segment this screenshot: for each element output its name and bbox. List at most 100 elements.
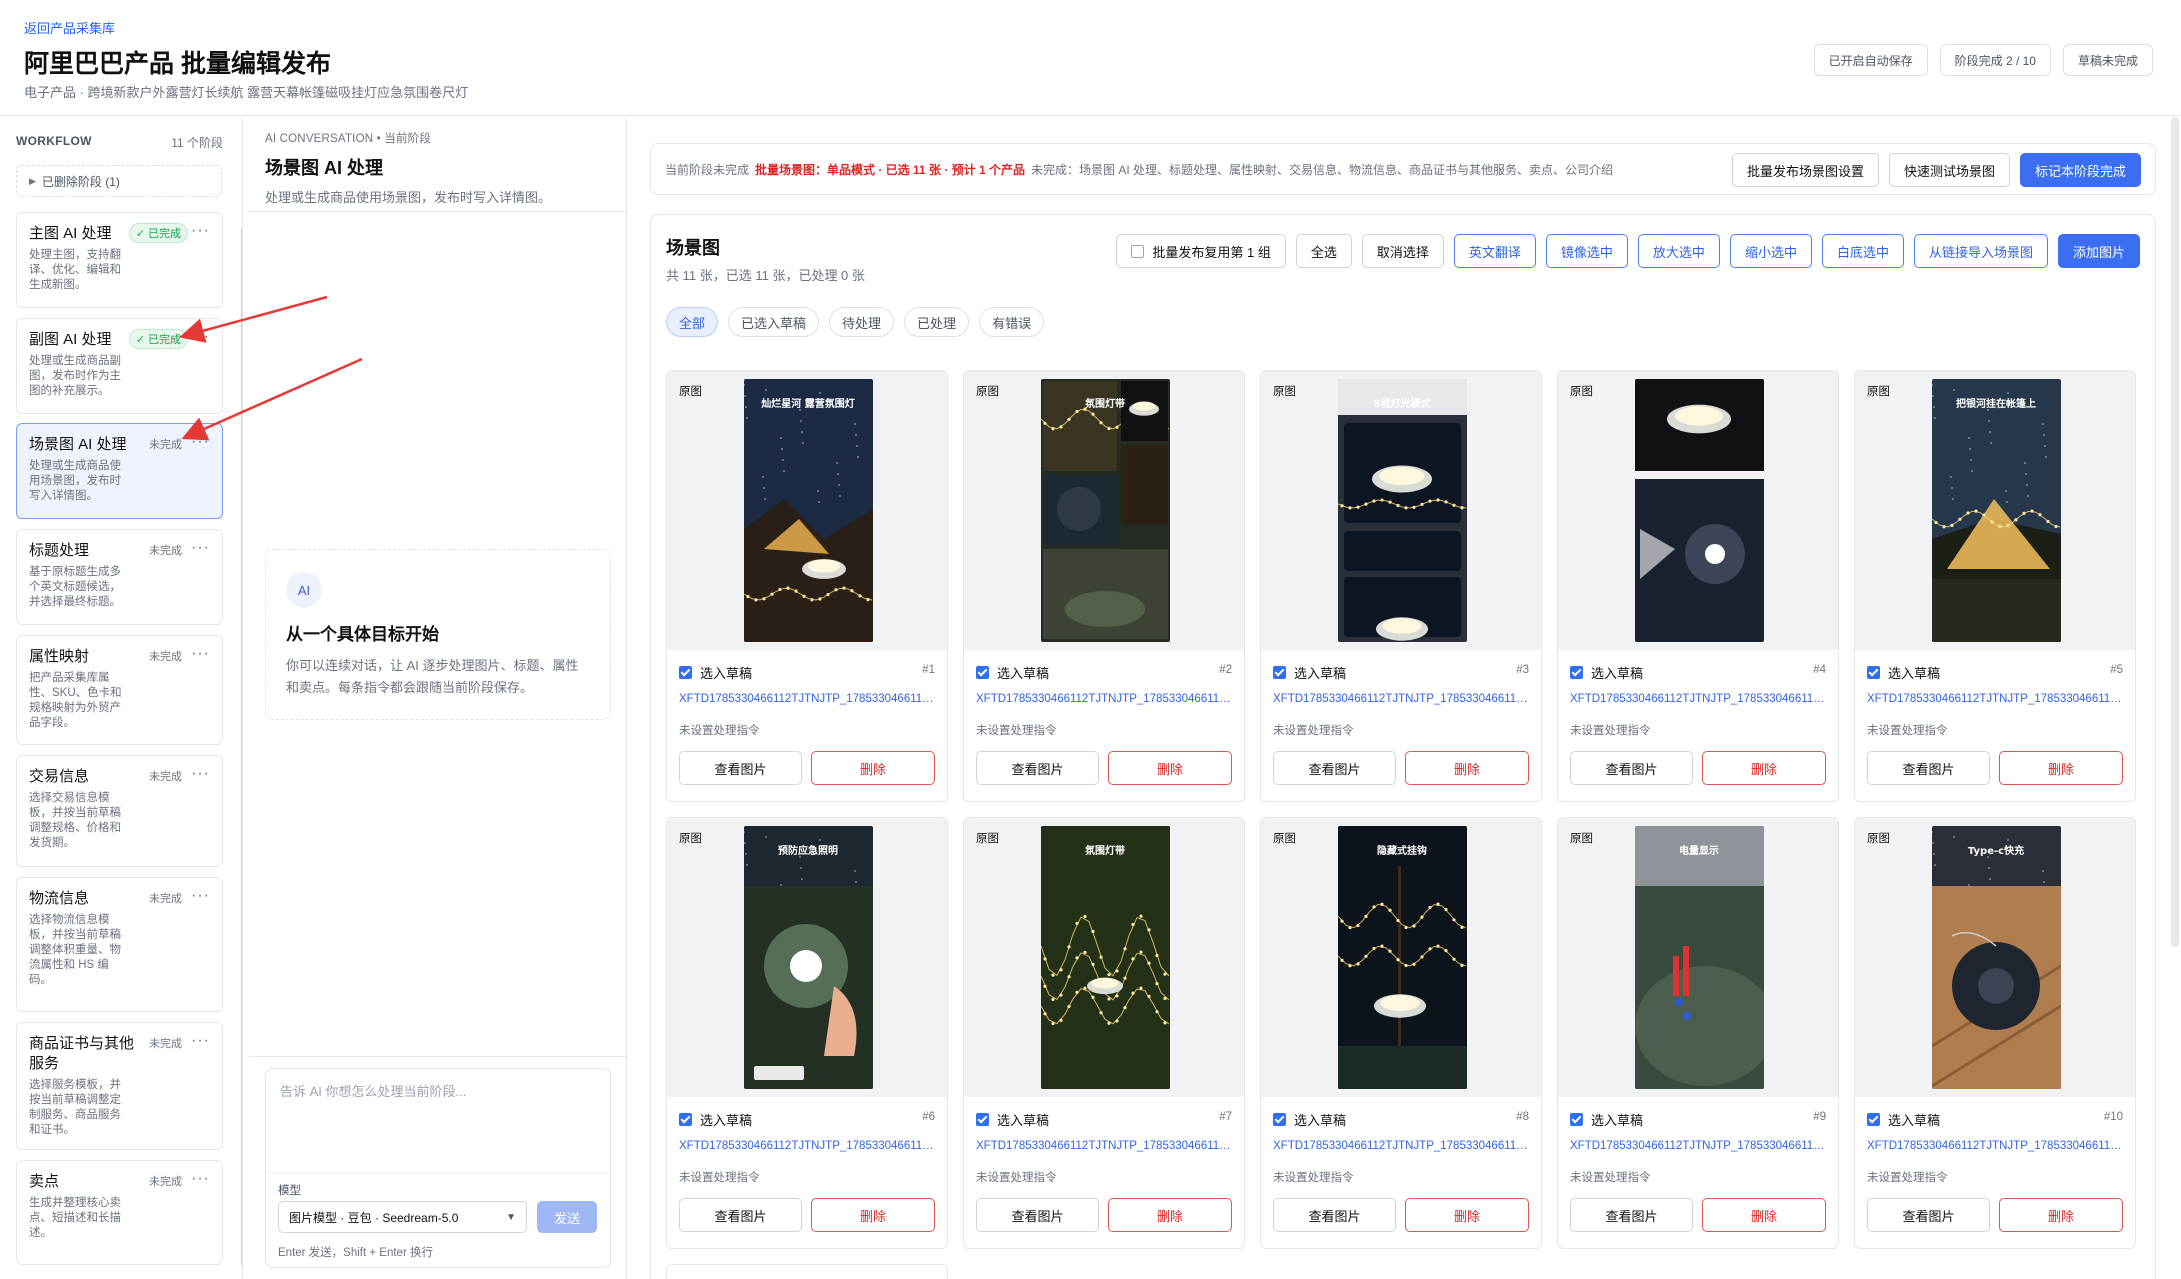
card-image-area[interactable]: 原图 氛围灯带 bbox=[964, 371, 1244, 650]
stage-item[interactable]: 属性映射 把产品采集库属性、SKU、色卡和规格映射为外贸产品字段。 未完成 ··· bbox=[16, 635, 223, 745]
scene-thumbnail[interactable] bbox=[1635, 379, 1764, 642]
model-select[interactable]: 图片模型 · 豆包 · Seedream-5.0 ▼ bbox=[278, 1201, 527, 1233]
view-image-button[interactable]: 查看图片 bbox=[976, 1198, 1099, 1232]
shrink-selected-button[interactable]: 缩小选中 bbox=[1729, 234, 1812, 268]
card-image-area[interactable]: 原图 bbox=[1558, 371, 1838, 650]
translate-english-button[interactable]: 英文翻译 bbox=[1453, 234, 1536, 268]
stage-item[interactable]: 主图 AI 处理 处理主图，支持翻译、优化、编辑和生成新图。 ✓ 已完成 ··· bbox=[16, 212, 223, 308]
select-draft-checkbox[interactable]: 选入草稿 bbox=[1570, 663, 1643, 682]
card-filename-link[interactable]: XFTD1785330466112TJTNJTP_1785330466112..… bbox=[679, 1140, 937, 1152]
view-image-button[interactable]: 查看图片 bbox=[1570, 1198, 1693, 1232]
delete-image-button[interactable]: 删除 bbox=[1405, 1198, 1529, 1232]
view-image-button[interactable]: 查看图片 bbox=[1273, 751, 1396, 785]
card-filename-link[interactable]: XFTD1785330466112TJTNJTP_1785330466112..… bbox=[976, 1140, 1234, 1152]
scene-thumbnail[interactable]: 电量显示 bbox=[1635, 826, 1764, 1089]
delete-image-button[interactable]: 删除 bbox=[1999, 751, 2123, 785]
back-to-library-link[interactable]: 返回产品采集库 bbox=[24, 18, 115, 37]
delete-image-button[interactable]: 删除 bbox=[1108, 751, 1232, 785]
scene-thumbnail[interactable]: 预防应急照明 bbox=[744, 826, 873, 1089]
import-from-link-button[interactable]: 从链接导入场景图 bbox=[1913, 234, 2048, 268]
more-icon[interactable]: ··· bbox=[191, 765, 210, 783]
select-draft-checkbox[interactable]: 选入草稿 bbox=[1273, 1110, 1346, 1129]
stage-item[interactable]: 卖点 生成并整理核心卖点、短描述和长描述。 未完成 ··· bbox=[16, 1160, 223, 1265]
more-icon[interactable]: ··· bbox=[191, 1032, 210, 1050]
select-draft-checkbox[interactable]: 选入草稿 bbox=[976, 1110, 1049, 1129]
view-image-button[interactable]: 查看图片 bbox=[1867, 751, 1990, 785]
delete-image-button[interactable]: 删除 bbox=[1999, 1198, 2123, 1232]
card-image-area[interactable]: 原图 8档灯光模式 bbox=[1261, 371, 1541, 650]
enlarge-selected-button[interactable]: 放大选中 bbox=[1637, 234, 1720, 268]
batch-publish-settings-button[interactable]: 批量发布场景图设置 bbox=[1731, 153, 1879, 187]
select-draft-checkbox[interactable]: 选入草稿 bbox=[679, 1110, 752, 1129]
send-button[interactable]: 发送 bbox=[537, 1201, 597, 1233]
prompt-input[interactable]: 告诉 AI 你想怎么处理当前阶段... bbox=[280, 1081, 466, 1100]
stage-item[interactable]: 商品证书与其他服务 选择服务模板，并按当前草稿调整定制服务、商品服务和证书。 未完成… bbox=[16, 1022, 223, 1150]
card-filename-link[interactable]: XFTD1785330466112TJTNJTP_1785330466112..… bbox=[976, 693, 1234, 705]
delete-image-button[interactable]: 删除 bbox=[811, 751, 935, 785]
card-image-area[interactable]: 原图 把银河挂在帐篷上 bbox=[1855, 371, 2135, 650]
more-icon[interactable]: ··· bbox=[191, 539, 210, 557]
more-icon[interactable]: ··· bbox=[191, 645, 210, 663]
mirror-selected-button[interactable]: 镜像选中 bbox=[1545, 234, 1628, 268]
filter-selected-draft[interactable]: 已选入草稿 bbox=[728, 307, 820, 337]
card-filename-link[interactable]: XFTD1785330466112TJTNJTP_1785330466112..… bbox=[1867, 693, 2125, 705]
stage-item[interactable]: 场景图 AI 处理 处理或生成商品使用场景图，发布时写入详情图。 未完成 ··· bbox=[16, 423, 223, 519]
card-filename-link[interactable]: XFTD1785330466112TJTNJTP_1785330466112..… bbox=[1273, 693, 1531, 705]
card-filename-link[interactable]: XFTD1785330466112TJTNJTP_1785330466112..… bbox=[679, 693, 937, 705]
more-icon[interactable]: ··· bbox=[191, 433, 210, 451]
filter-pending[interactable]: 待处理 bbox=[829, 307, 895, 337]
select-draft-checkbox[interactable]: 选入草稿 bbox=[1273, 663, 1346, 682]
scene-thumbnail[interactable]: 把银河挂在帐篷上 bbox=[1932, 379, 2061, 642]
select-draft-checkbox[interactable]: 选入草稿 bbox=[976, 663, 1049, 682]
sidebar-scrollbar[interactable] bbox=[241, 227, 242, 1267]
view-image-button[interactable]: 查看图片 bbox=[1273, 1198, 1396, 1232]
delete-image-button[interactable]: 删除 bbox=[1108, 1198, 1232, 1232]
more-icon[interactable]: ··· bbox=[191, 1170, 210, 1188]
select-draft-checkbox[interactable]: 选入草稿 bbox=[1867, 663, 1940, 682]
select-draft-checkbox[interactable]: 选入草稿 bbox=[1570, 1110, 1643, 1129]
filter-processed[interactable]: 已处理 bbox=[904, 307, 970, 337]
card-filename-link[interactable]: XFTD1785330466112TJTNJTP_1785330466112..… bbox=[1570, 1140, 1828, 1152]
quick-test-button[interactable]: 快速测试场景图 bbox=[1888, 153, 2010, 187]
more-icon[interactable]: ··· bbox=[191, 222, 210, 240]
view-image-button[interactable]: 查看图片 bbox=[679, 751, 802, 785]
stage-item[interactable]: 交易信息 选择交易信息模板，并按当前草稿调整规格、价格和发货期。 未完成 ··· bbox=[16, 755, 223, 867]
scene-thumbnail[interactable]: 氛围灯带 bbox=[1041, 826, 1170, 1089]
delete-image-button[interactable]: 删除 bbox=[1405, 751, 1529, 785]
card-image-area[interactable]: 原图 电量显示 bbox=[1558, 818, 1838, 1097]
scene-thumbnail[interactable]: 8档灯光模式 bbox=[1338, 379, 1467, 642]
scene-thumbnail[interactable]: Type-c快充 bbox=[1932, 826, 2061, 1089]
card-image-area[interactable]: 原图 Type-c快充 bbox=[1855, 818, 2135, 1097]
view-image-button[interactable]: 查看图片 bbox=[976, 751, 1099, 785]
select-draft-checkbox[interactable]: 选入草稿 bbox=[679, 663, 752, 682]
delete-image-button[interactable]: 删除 bbox=[811, 1198, 935, 1232]
stage-item[interactable]: 物流信息 选择物流信息模板，并按当前草稿调整体积重量、物流属性和 HS 编码。 未完… bbox=[16, 877, 223, 1012]
select-all-button[interactable]: 全选 bbox=[1295, 234, 1352, 268]
deleted-stages-toggle[interactable]: ▶ 已删除阶段 (1) bbox=[16, 165, 222, 197]
view-image-button[interactable]: 查看图片 bbox=[1570, 751, 1693, 785]
card-image-area[interactable]: 原图 氛围灯带 bbox=[964, 818, 1244, 1097]
main-scrollbar[interactable] bbox=[2171, 117, 2179, 947]
card-filename-link[interactable]: XFTD1785330466112TJTNJTP_1785330466112..… bbox=[1867, 1140, 2125, 1152]
add-image-button[interactable]: 添加图片 bbox=[2057, 234, 2140, 268]
reuse-group-checkbox[interactable]: 批量发布复用第 1 组 bbox=[1116, 234, 1286, 268]
delete-image-button[interactable]: 删除 bbox=[1702, 1198, 1826, 1232]
filter-all[interactable]: 全部 bbox=[666, 307, 719, 337]
select-draft-checkbox[interactable]: 选入草稿 bbox=[1867, 1110, 1940, 1129]
mark-stage-complete-button[interactable]: 标记本阶段完成 bbox=[2019, 153, 2141, 187]
deselect-button[interactable]: 取消选择 bbox=[1361, 234, 1444, 268]
white-bg-selected-button[interactable]: 白底选中 bbox=[1821, 234, 1904, 268]
view-image-button[interactable]: 查看图片 bbox=[679, 1198, 802, 1232]
more-icon[interactable]: ··· bbox=[191, 887, 210, 905]
card-image-area[interactable]: 原图 灿烂星河 露营氛围灯 bbox=[667, 371, 947, 650]
more-icon[interactable]: ··· bbox=[191, 328, 210, 346]
scene-thumbnail[interactable]: 灿烂星河 露营氛围灯 bbox=[744, 379, 873, 642]
delete-image-button[interactable]: 删除 bbox=[1702, 751, 1826, 785]
card-image-area[interactable]: 原图 预防应急照明 bbox=[667, 818, 947, 1097]
stage-item[interactable]: 标题处理 基于原标题生成多个英文标题候选，并选择最终标题。 未完成 ··· bbox=[16, 529, 223, 625]
stage-item[interactable]: 副图 AI 处理 处理或生成商品副图，发布时作为主图的补充展示。 ✓ 已完成 ··· bbox=[16, 318, 223, 414]
card-filename-link[interactable]: XFTD1785330466112TJTNJTP_1785330466112..… bbox=[1570, 693, 1828, 705]
card-image-area[interactable]: 原图 隐藏式挂钩 bbox=[1261, 818, 1541, 1097]
scene-thumbnail[interactable]: 隐藏式挂钩 bbox=[1338, 826, 1467, 1089]
card-filename-link[interactable]: XFTD1785330466112TJTNJTP_1785330466112..… bbox=[1273, 1140, 1531, 1152]
